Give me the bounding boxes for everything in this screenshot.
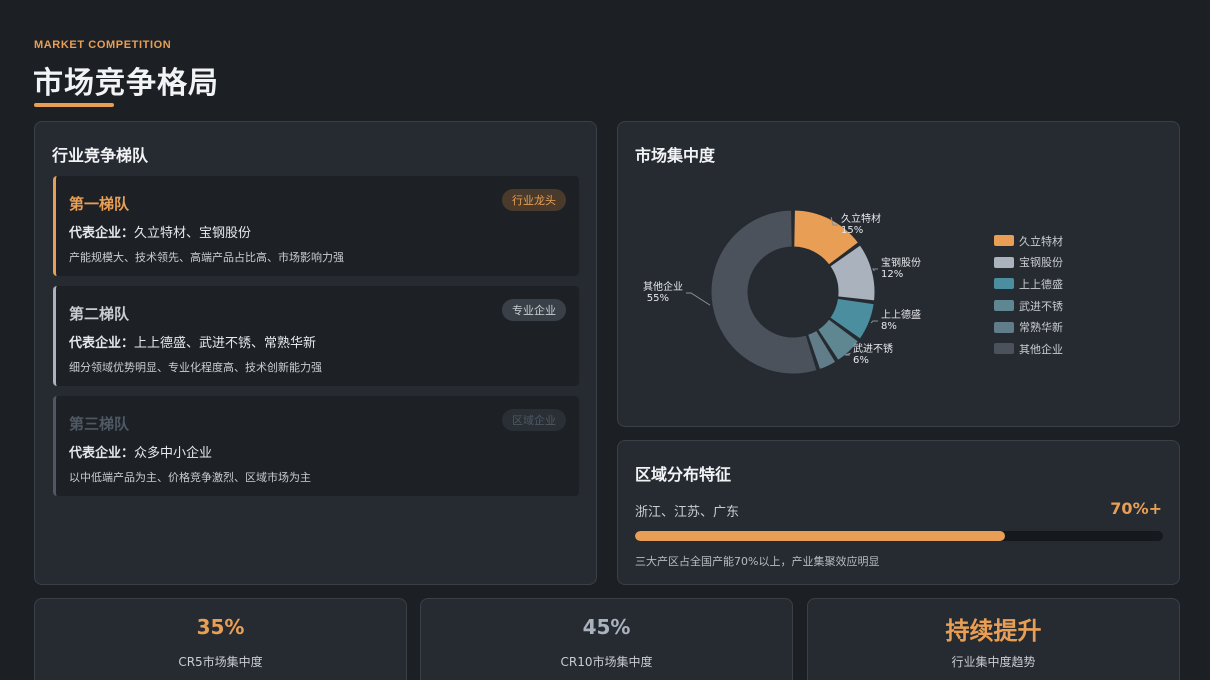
legend-swatch bbox=[994, 300, 1014, 312]
stat-value: 持续提升 bbox=[945, 617, 1042, 645]
legend-label: 久立特材 bbox=[1019, 234, 1063, 248]
slice-label-name: 久立特材 bbox=[841, 212, 881, 225]
legend-item: 常熟华新 bbox=[994, 316, 1063, 338]
slice-label-value: 12% bbox=[881, 269, 903, 280]
slice-label-name: 上上德盛 bbox=[881, 308, 921, 321]
tier-companies-value: 久立特材、宝钢股份 bbox=[134, 226, 252, 241]
legend-label: 其他企业 bbox=[1019, 342, 1063, 356]
slice-label-value: 8% bbox=[881, 321, 897, 332]
tier-companies-key: 代表企业： bbox=[69, 226, 135, 241]
legend-label: 武进不锈 bbox=[1019, 299, 1063, 313]
stat-label: CR5市场集中度 bbox=[178, 655, 263, 669]
stat-card-cr5: 35% CR5市场集中度 bbox=[34, 598, 407, 680]
stat-card-cr10: 45% CR10市场集中度 bbox=[420, 598, 793, 680]
tier-description: 产能规模大、技术领先、高端产品占比高、市场影响力强 bbox=[69, 251, 344, 264]
slice-label-name: 武进不锈 bbox=[853, 342, 893, 355]
tier-companies: 代表企业：众多中小企业 bbox=[69, 442, 212, 461]
tiers-panel: 行业竞争梯队 第一梯队 行业龙头 代表企业：久立特材、宝钢股份 产能规模大、技术领先、… bbox=[34, 121, 597, 585]
title-underline bbox=[34, 103, 114, 107]
tier-companies-key: 代表企业： bbox=[69, 446, 135, 461]
region-progress-fill bbox=[635, 531, 1005, 541]
tier-name: 第一梯队 bbox=[69, 195, 130, 213]
legend-label: 宝钢股份 bbox=[1019, 256, 1063, 270]
tier-badge: 行业龙头 bbox=[502, 189, 566, 211]
legend-label: 常熟华新 bbox=[1019, 321, 1063, 335]
region-panel-title: 区域分布特征 bbox=[635, 465, 732, 484]
stat-value: 45% bbox=[582, 615, 631, 639]
tier-companies-key: 代表企业： bbox=[69, 336, 135, 351]
stat-card-trend: 持续提升 行业集中度趋势 bbox=[807, 598, 1180, 680]
page-title: 市场竞争格局 bbox=[33, 66, 219, 101]
tier-card-3: 第三梯队 区域企业代表企业：众多中小企业以中低端产品为主、价格竞争激烈、区域市场为… bbox=[53, 396, 579, 496]
legend-swatch bbox=[994, 278, 1014, 290]
tier-name: 第三梯队 bbox=[69, 415, 130, 433]
region-label: 浙江、江苏、广东 bbox=[635, 505, 740, 520]
tier-card-1: 第一梯队 行业龙头代表企业：久立特材、宝钢股份产能规模大、技术领先、高端产品占比高… bbox=[53, 176, 579, 276]
concentration-panel: 市场集中度 久立特材 15% 宝钢股份 12% 上上德盛 8% 武进不锈 6% 其他企业 55% … bbox=[617, 121, 1180, 427]
legend-swatch bbox=[994, 256, 1014, 268]
legend-swatch bbox=[994, 235, 1014, 247]
legend-label: 上上德盛 bbox=[1019, 277, 1063, 291]
donut-chart: 久立特材15% 宝钢股份12% 上上德盛8% 武进不锈6% 其他企业55% bbox=[643, 209, 921, 375]
tier-companies-value: 上上德盛、武进不锈、常熟华新 bbox=[134, 336, 317, 351]
stat-value: 35% bbox=[196, 615, 245, 639]
slice-label-name: 宝钢股份 bbox=[881, 256, 921, 269]
tier-companies-value: 众多中小企业 bbox=[134, 446, 213, 461]
region-value: 70%+ bbox=[1110, 499, 1162, 518]
tier-card-2: 第二梯队 专业企业代表企业：上上德盛、武进不锈、常熟华新细分领域优势明显、专业化程… bbox=[53, 286, 579, 386]
legend-item: 其他企业 bbox=[994, 338, 1063, 360]
tier-companies: 代表企业：久立特材、宝钢股份 bbox=[69, 222, 251, 241]
stat-label: 行业集中度趋势 bbox=[951, 655, 1036, 669]
leader-line bbox=[686, 292, 711, 306]
legend-item: 宝钢股份 bbox=[994, 252, 1063, 274]
tier-description: 以中低端产品为主、价格竞争激烈、区域市场为主 bbox=[69, 471, 311, 484]
tier-description: 细分领域优势明显、专业化程度高、技术创新能力强 bbox=[69, 361, 322, 374]
legend-item: 武进不锈 bbox=[994, 295, 1063, 317]
region-note: 三大产区占全国产能70%以上，产业集聚效应明显 bbox=[635, 555, 880, 568]
legend-item: 上上德盛 bbox=[994, 273, 1063, 295]
eyebrow-label: MARKET COMPETITION bbox=[34, 39, 172, 51]
leader-line bbox=[872, 268, 878, 272]
legend-swatch bbox=[994, 343, 1014, 355]
legend-item: 久立特材 bbox=[994, 230, 1063, 252]
tier-name: 第二梯队 bbox=[69, 305, 130, 323]
region-progress-track bbox=[635, 531, 1163, 541]
legend-swatch bbox=[994, 321, 1014, 333]
tier-badge: 专业企业 bbox=[502, 299, 566, 321]
tier-companies: 代表企业：上上德盛、武进不锈、常熟华新 bbox=[69, 332, 316, 351]
region-panel: 区域分布特征 浙江、江苏、广东 70%+ 三大产区占全国产能70%以上，产业集聚… bbox=[617, 440, 1180, 585]
stat-label: CR10市场集中度 bbox=[560, 655, 653, 669]
slice-label-name: 其他企业 bbox=[643, 280, 683, 293]
tiers-panel-title: 行业竞争梯队 bbox=[52, 146, 149, 165]
slice-label-value: 6% bbox=[853, 355, 869, 366]
chart-legend: 久立特材宝钢股份上上德盛武进不锈常熟华新其他企业 bbox=[994, 230, 1063, 360]
slice-label-value: 55% bbox=[647, 293, 669, 304]
tier-badge: 区域企业 bbox=[502, 409, 566, 431]
slice-label-value: 15% bbox=[841, 225, 863, 236]
leader-line bbox=[870, 320, 878, 324]
